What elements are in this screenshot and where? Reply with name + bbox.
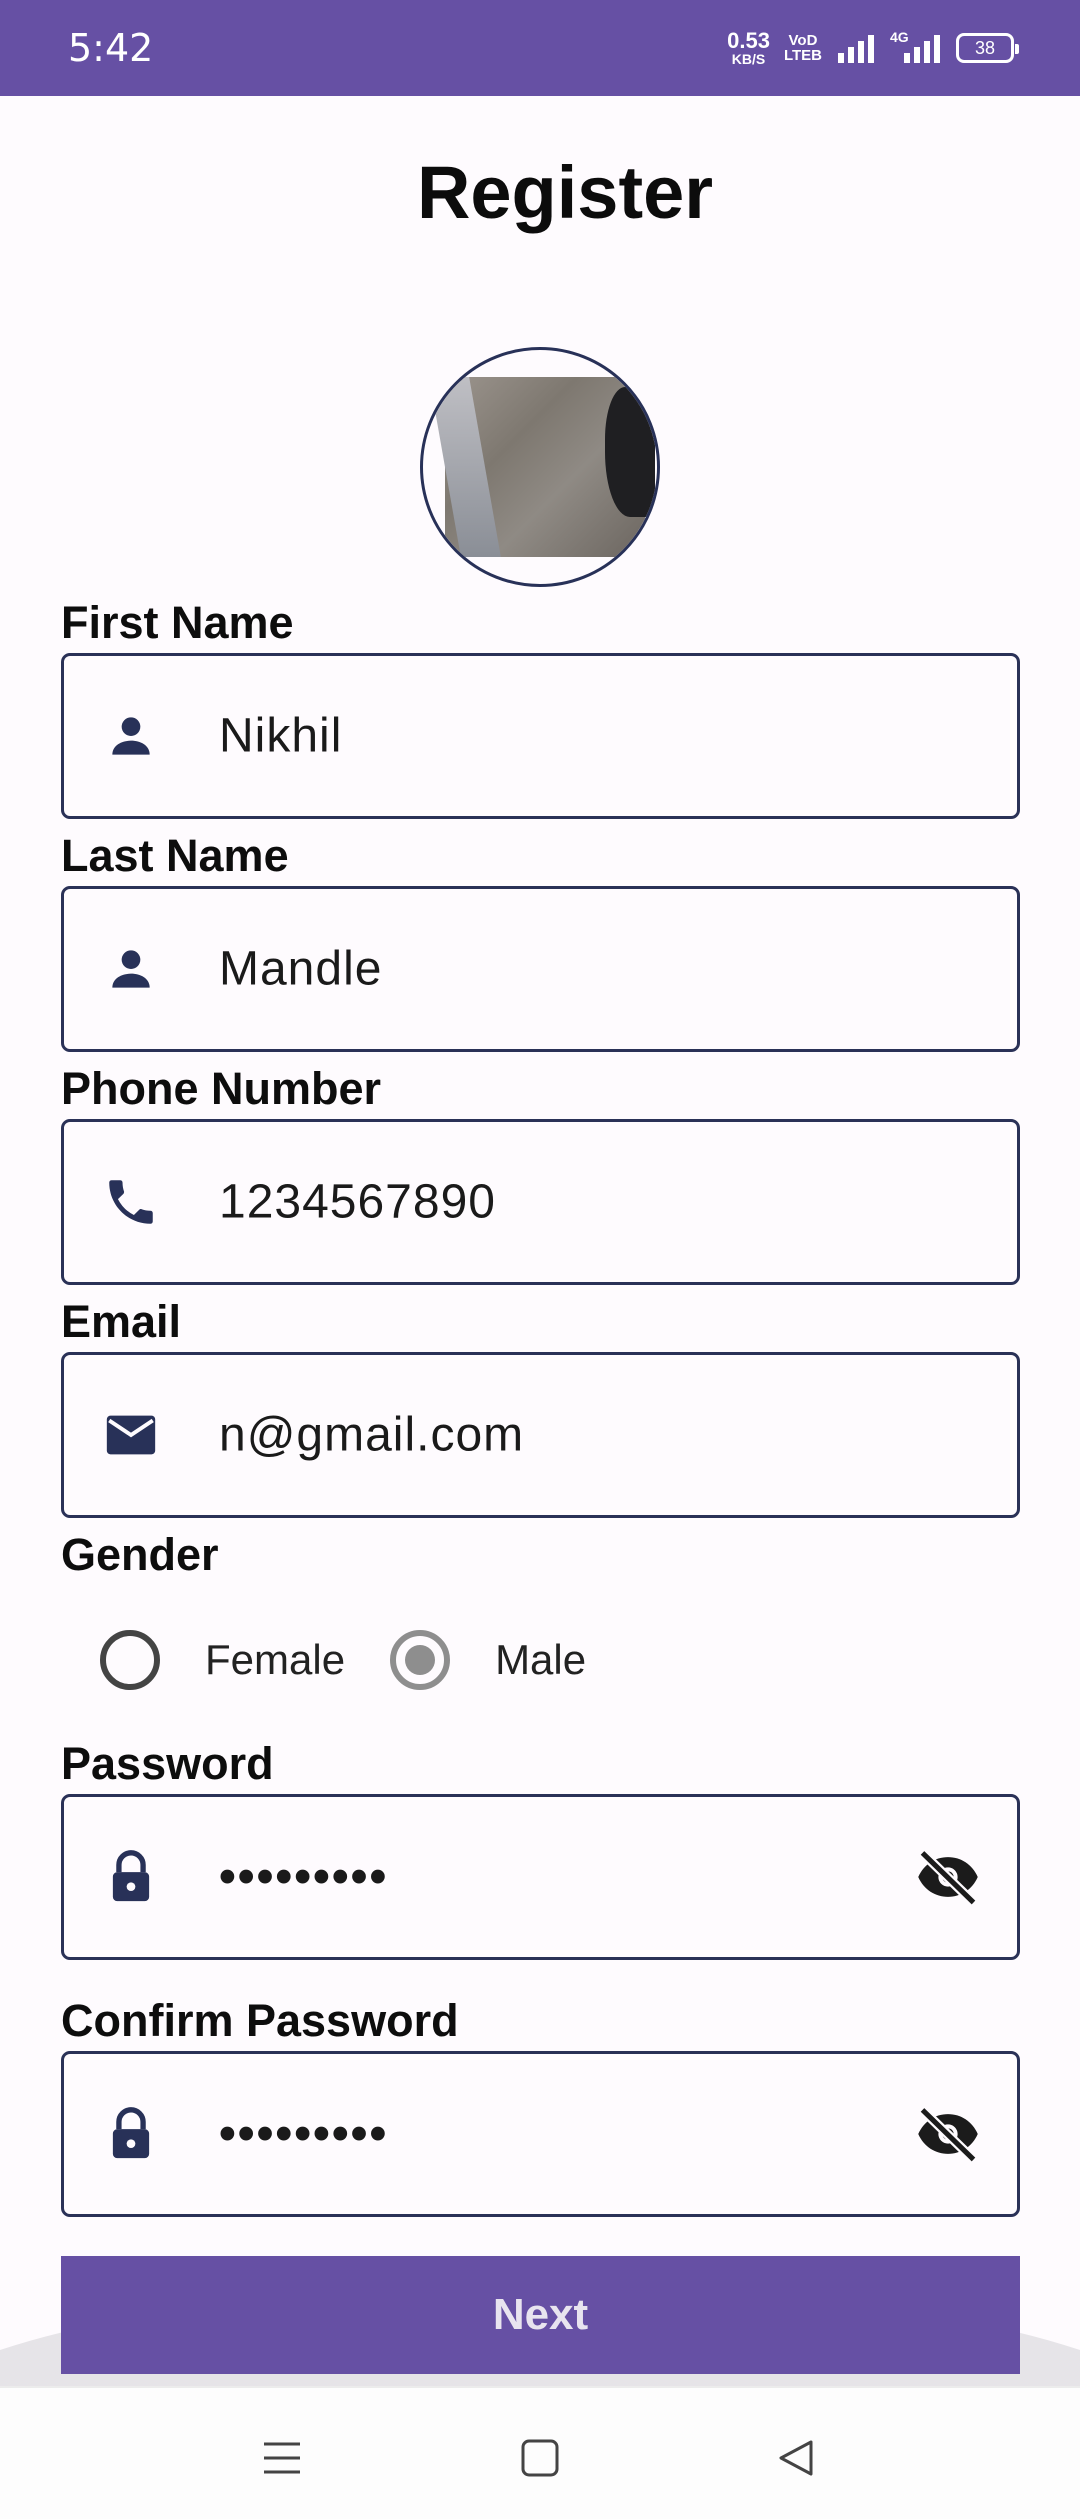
radio-male-label[interactable]: Male [495,1636,586,1684]
confirm-password-value[interactable]: ••••••••• [219,2107,388,2162]
phone-value[interactable]: 1234567890 [219,1175,496,1230]
person-icon [102,940,160,998]
lock-icon [102,1848,160,1906]
back-triangle-icon[interactable] [767,2428,827,2488]
email-field[interactable]: n@gmail.com [61,1352,1020,1518]
gender-label: Gender [61,1529,219,1580]
next-button[interactable]: Next [61,2256,1020,2374]
avatar-photo [445,377,655,557]
system-nav-bar [0,2386,1080,2519]
signal-icon [838,35,874,63]
home-square-icon[interactable] [510,2428,570,2488]
confirm-password-field[interactable]: ••••••••• [61,2051,1020,2217]
battery-icon: 38 [956,33,1019,63]
status-time: 5:42 [68,26,154,70]
network-speed-unit: KB/S [731,51,766,67]
signal-4g: 4G [890,29,942,63]
last-name-label: Last Name [61,830,289,881]
radio-male[interactable] [390,1630,451,1690]
email-value[interactable]: n@gmail.com [219,1408,524,1463]
volte-top: VoD [788,32,818,49]
menu-icon[interactable] [252,2428,312,2488]
first-name-field[interactable]: Nikhil [61,653,1020,819]
visibility-off-icon[interactable] [913,1842,983,1912]
password-label: Password [61,1738,274,1789]
confirm-password-label: Confirm Password [61,1995,459,2046]
last-name-value[interactable]: Mandle [219,942,382,997]
password-field[interactable]: ••••••••• [61,1794,1020,1960]
first-name-label: First Name [61,597,294,648]
person-icon [102,707,160,765]
radio-female[interactable] [100,1630,160,1690]
phone-label: Phone Number [61,1063,382,1114]
network-speed-value: 0.53 [727,28,770,53]
visibility-off-icon[interactable] [913,2099,983,2169]
network-speed: 0.53 KB/S [727,28,770,67]
radio-male-dot [405,1645,436,1675]
volte-indicator: VoD LTEB [784,33,822,63]
phone-field[interactable]: 1234567890 [61,1119,1020,1285]
phone-icon [102,1173,160,1231]
lock-icon [102,2105,160,2163]
page-title: Register [416,151,714,234]
first-name-value[interactable]: Nikhil [219,709,342,764]
mail-icon [102,1406,160,1464]
status-icons: 0.53 KB/S VoD LTEB 4G 38 [727,24,1019,72]
radio-female-label[interactable]: Female [205,1636,345,1684]
profile-avatar[interactable] [420,347,660,587]
volte-bottom: LTEB [783,47,822,64]
gender-radio-group: Female Male [100,1625,586,1695]
gender-option-female[interactable]: Female [100,1630,345,1690]
status-bar: 5:42 0.53 KB/S VoD LTEB 4G 38 [0,0,1080,96]
password-value[interactable]: ••••••••• [219,1850,388,1905]
network-type: 4G [890,29,909,45]
last-name-field[interactable]: Mandle [61,886,1020,1052]
email-label: Email [61,1296,182,1347]
gender-option-male[interactable]: Male [390,1630,586,1690]
battery-level: 38 [974,37,996,58]
